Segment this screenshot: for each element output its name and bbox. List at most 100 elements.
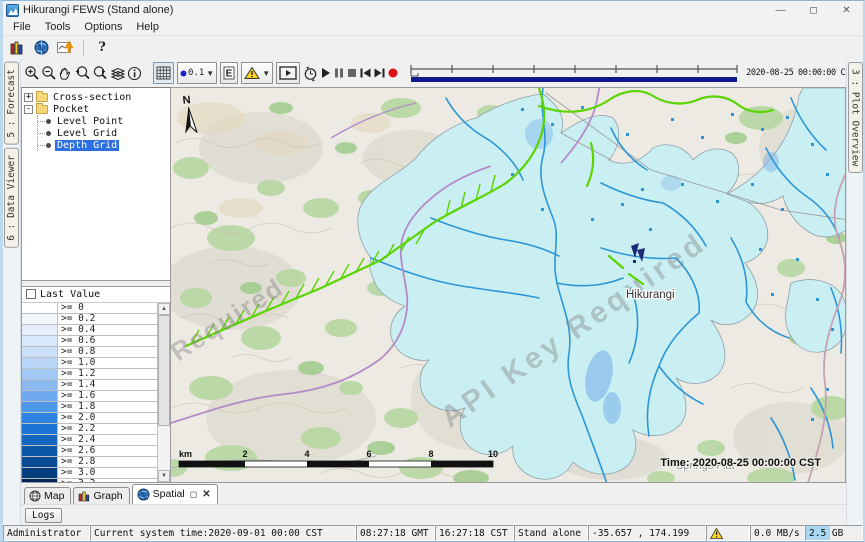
profile-display-icon[interactable] <box>55 39 75 57</box>
pause-button[interactable] <box>333 62 345 84</box>
zoom-in-icon[interactable] <box>24 62 40 84</box>
grid-display-button[interactable] <box>153 62 174 84</box>
info-icon[interactable] <box>127 62 142 84</box>
svg-text:8: 8 <box>428 449 433 459</box>
tree-node-label[interactable]: Cross-section <box>51 92 133 103</box>
map-toolbar: 0.1 ▼ E ▼ <box>21 59 846 87</box>
tree-node-label[interactable]: Level Grid <box>55 128 119 139</box>
toolbar-separator <box>83 40 84 56</box>
svg-text:E: E <box>226 69 233 80</box>
scroll-up-icon[interactable]: ▲ <box>158 303 170 315</box>
legend-swatch <box>22 358 58 368</box>
legend-row: >= 0 <box>22 303 157 314</box>
labels-button[interactable]: E <box>220 62 238 84</box>
status-warning-cell[interactable] <box>706 525 750 541</box>
record-button[interactable] <box>387 62 399 84</box>
menu-file[interactable]: File <box>7 20 37 34</box>
menu-help[interactable]: Help <box>130 20 165 34</box>
legend-row: >= 2.8 <box>22 457 157 468</box>
legend-row: >= 0.4 <box>22 325 157 336</box>
legend-row: >= 2.4 <box>22 435 157 446</box>
globe-wire-icon <box>29 490 41 502</box>
tab-data-viewer[interactable]: 6 : Data Viewer <box>4 148 19 248</box>
timeline-handle <box>411 69 418 76</box>
zoom-out-icon[interactable] <box>41 62 57 84</box>
status-mode: Stand alone <box>514 525 588 541</box>
svg-text:6: 6 <box>366 449 371 459</box>
warnings-dropdown[interactable]: ▼ <box>241 62 273 84</box>
status-transfer-rate: 0.0 MB/s <box>750 525 805 541</box>
menu-options[interactable]: Options <box>78 20 128 34</box>
tree-node-label[interactable]: Pocket <box>51 104 91 115</box>
tab-graph[interactable]: Graph <box>73 487 129 504</box>
layer-tree[interactable]: + Cross-section - Pocket Lev <box>22 88 170 281</box>
title-bar[interactable]: Hikurangi FEWS (Stand alone) — ◻ ✕ <box>3 1 863 19</box>
maximize-button[interactable]: ◻ <box>797 1 830 19</box>
movie-player-button[interactable] <box>276 62 300 84</box>
legend-row: >= 1.4 <box>22 380 157 391</box>
map-canvas[interactable]: API Key Required API Key Required Hikura… <box>171 87 846 483</box>
tab-plot-overview[interactable]: 3 : Plot Overview <box>848 62 863 173</box>
tab-forecast[interactable]: 5 : Forecast <box>4 62 19 145</box>
view-tab-bar: Map Graph Spatial ◻ ✕ <box>21 483 846 504</box>
classbreaks-dropdown[interactable]: 0.1 ▼ <box>177 62 217 84</box>
legend-row: >= 2.6 <box>22 446 157 457</box>
legend-row: >= 3.0 <box>22 468 157 479</box>
tab-map[interactable]: Map <box>24 487 71 504</box>
timeline-slider[interactable] <box>408 62 740 84</box>
minimize-button[interactable]: — <box>764 1 797 19</box>
tree-node-level-point[interactable]: Level Point <box>38 115 168 127</box>
window-title: Hikurangi FEWS (Stand alone) <box>23 4 173 16</box>
legend-row: >= 1.0 <box>22 358 157 369</box>
svg-text:km: km <box>179 449 192 459</box>
bullet-icon <box>46 131 51 136</box>
warning-icon <box>710 528 723 539</box>
globe-icon[interactable] <box>31 39 51 57</box>
skip-to-start-button[interactable] <box>359 62 372 84</box>
timestep-clock-icon[interactable] <box>302 62 319 84</box>
legend-swatch <box>22 380 58 390</box>
tree-node-depth-grid[interactable]: Depth Grid <box>38 139 168 151</box>
logs-row: Logs <box>21 504 846 525</box>
bullet-icon <box>46 143 51 148</box>
tree-node-level-grid[interactable]: Level Grid <box>38 127 168 139</box>
legend-swatch <box>22 446 58 456</box>
legend-swatch <box>22 402 58 412</box>
legend-scrollbar[interactable]: ▲ ▼ <box>157 303 170 482</box>
scroll-down-icon[interactable]: ▼ <box>158 470 170 482</box>
status-bar: Administrator Current system time:2020-0… <box>3 525 863 541</box>
legend-list: >= 0 >= 0.2 >= 0.4 >= 0.6 >= 0.8 >= 1.0 … <box>22 303 157 482</box>
legend-row: >= 0.6 <box>22 336 157 347</box>
undock-icon[interactable]: ◻ <box>190 489 197 500</box>
status-user: Administrator <box>3 525 90 541</box>
app-window: Hikurangi FEWS (Stand alone) — ◻ ✕ File … <box>0 0 865 542</box>
legend-swatch <box>22 314 58 324</box>
collapse-icon[interactable]: - <box>24 105 33 114</box>
tree-node-cross-section[interactable]: + Cross-section <box>24 91 168 103</box>
tab-spatial[interactable]: Spatial ◻ ✕ <box>132 484 218 504</box>
play-button[interactable] <box>320 62 332 84</box>
expand-icon[interactable]: + <box>24 93 33 102</box>
classbreaks-value: 0.1 <box>188 68 204 78</box>
main-toolbar: ? <box>3 36 863 59</box>
logs-button[interactable]: Logs <box>25 508 62 523</box>
zoom-next-icon[interactable] <box>92 62 109 84</box>
tree-node-pocket[interactable]: - Pocket <box>24 103 168 115</box>
close-button[interactable]: ✕ <box>830 1 863 19</box>
stop-button[interactable] <box>346 62 358 84</box>
layers-icon[interactable] <box>110 62 126 84</box>
close-tab-icon[interactable]: ✕ <box>202 489 210 500</box>
last-value-checkbox[interactable] <box>26 289 36 299</box>
tree-node-label-selected[interactable]: Depth Grid <box>55 140 119 151</box>
legend-swatch <box>22 424 58 434</box>
pan-hand-icon[interactable] <box>58 62 73 84</box>
skip-to-end-button[interactable] <box>373 62 386 84</box>
folder-icon <box>36 105 48 114</box>
tree-node-label[interactable]: Level Point <box>55 116 125 127</box>
menu-tools[interactable]: Tools <box>39 20 77 34</box>
database-display-icon[interactable] <box>7 39 27 57</box>
spatial-globe-icon <box>137 488 150 501</box>
scroll-thumb[interactable] <box>158 315 170 427</box>
zoom-previous-icon[interactable] <box>74 62 91 84</box>
help-button[interactable]: ? <box>92 39 112 57</box>
